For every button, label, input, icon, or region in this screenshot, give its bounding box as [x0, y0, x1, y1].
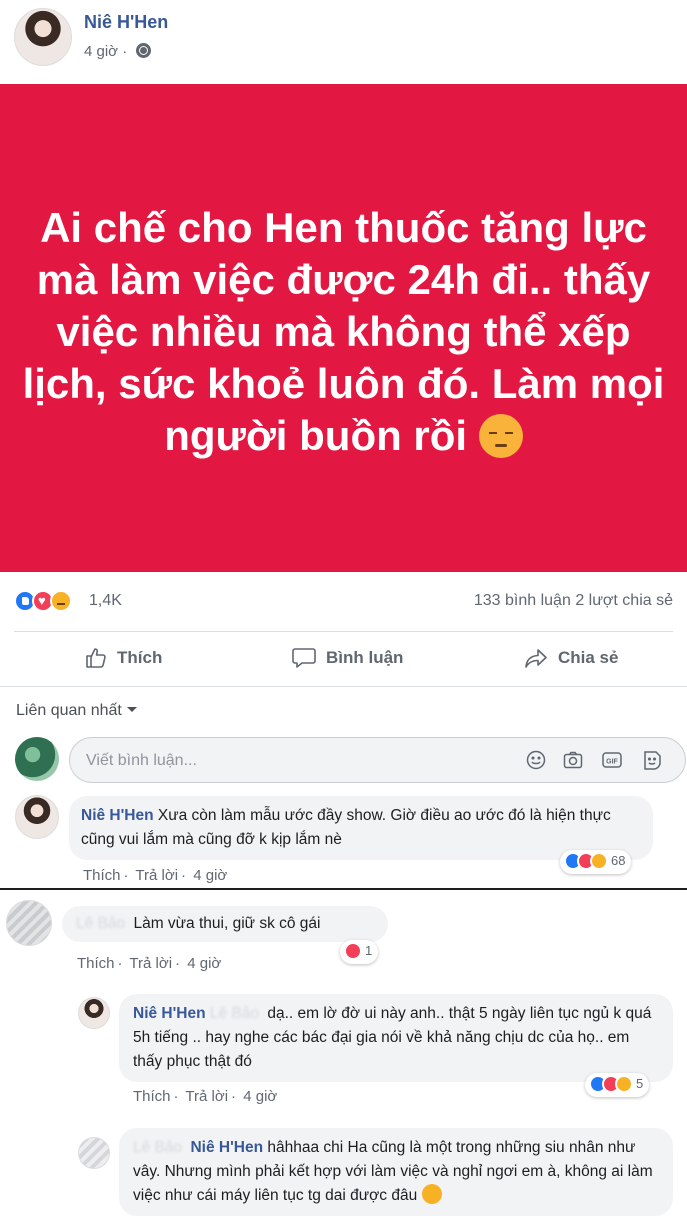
post-text-content: Ai chế cho Hen thuốc tăng lực mà làm việ… [22, 204, 665, 459]
reactions-bar: 1,4K 133 bình luận 2 lượt chia sẻ [0, 586, 687, 620]
comment-text: Xưa còn làm mẫu ước đầy show. Giờ điều a… [81, 807, 611, 848]
caret-down-icon [126, 707, 137, 712]
like-button-label: Thích [117, 648, 163, 667]
svg-text:GIF: GIF [606, 759, 618, 766]
comment-text: Làm vừa thui, giữ sk cô gái [133, 915, 321, 932]
reaction-count[interactable]: 1,4K [89, 592, 122, 610]
viewer-avatar[interactable] [15, 737, 59, 781]
post-stats: 133 bình luận 2 lượt chia sẻ [474, 592, 673, 610]
like-button[interactable]: Thích [84, 645, 162, 671]
screenshot-seam [0, 888, 687, 890]
sad-reaction-icon [50, 590, 72, 612]
reaction-count: 68 [611, 853, 626, 868]
gif-icon[interactable]: GIF [601, 749, 623, 771]
comment-like-link[interactable]: Thích [83, 867, 121, 884]
divider [0, 686, 687, 687]
comment-avatar[interactable] [15, 795, 59, 839]
reply-author-blurred[interactable]: Lê Bảo [133, 1136, 182, 1160]
globe-icon[interactable] [136, 43, 152, 58]
comment-reactions[interactable]: 1 [340, 940, 379, 964]
comment-reactions[interactable]: 68 [560, 850, 632, 874]
love-reaction-icon [344, 942, 362, 960]
reply-avatar[interactable] [78, 997, 110, 1029]
camera-icon[interactable] [562, 749, 584, 771]
divider [14, 631, 673, 632]
sad-reaction-icon [590, 852, 608, 870]
comment-like-link[interactable]: Thích [77, 955, 115, 972]
author-name[interactable]: Niê H'Hen [84, 12, 168, 33]
reply-reactions[interactable]: 5 [585, 1073, 650, 1097]
reply-meta: Thích · Trả lời · 4 giờ [133, 1088, 278, 1105]
comment-author[interactable]: Niê H'Hen [81, 807, 154, 824]
post-time[interactable]: 4 giờ [84, 43, 118, 60]
smile-emoji-icon [421, 1184, 442, 1204]
reply-author[interactable]: Niê H'Hen [133, 1005, 206, 1022]
comment-bubble: Lê Bảo Làm vừa thui, giữ sk cô gái [62, 906, 388, 942]
post-header: Niê H'Hen 4 giờ · [0, 0, 687, 84]
comment-button-label: Bình luận [326, 648, 404, 667]
share-arrow-icon [525, 649, 547, 668]
comment-meta: Thích · Trả lời · 4 giờ [77, 955, 222, 972]
comment-input[interactable] [86, 750, 506, 772]
comment-sort-dropdown[interactable]: Liên quan nhất [16, 702, 137, 720]
thumbs-up-icon [86, 648, 106, 668]
comment-time[interactable]: 4 giờ [193, 867, 227, 884]
reaction-count: 5 [636, 1076, 644, 1091]
sort-label: Liên quan nhất [16, 702, 122, 719]
post-meta: 4 giờ · [84, 43, 152, 60]
reaction-count: 1 [365, 943, 373, 958]
reply-reply-link[interactable]: Trả lời [185, 1088, 228, 1105]
post-actions: Thích Bình luận Chia sẻ [0, 633, 687, 683]
pensive-face-emoji-icon [478, 414, 523, 458]
share-button-label: Chia sẻ [558, 648, 619, 667]
reply-like-link[interactable]: Thích [133, 1088, 171, 1105]
author-avatar[interactable] [14, 8, 72, 66]
reply-bubble: Lê Bảo Niê H'Hen hâhhaa chi Ha cũng là m… [119, 1128, 673, 1216]
comment-bubble-icon [292, 648, 316, 668]
reply-time[interactable]: 4 giờ [243, 1088, 277, 1105]
comment-meta: Thích · Trả lời · 4 giờ [83, 867, 228, 884]
post-text: Ai chế cho Hen thuốc tăng lực mà làm việ… [20, 202, 667, 462]
share-count[interactable]: 2 lượt chia sẻ [575, 592, 673, 609]
comment-bubble: Niê H'Hen Xưa còn làm mẫu ước đầy show. … [69, 796, 653, 860]
comment-avatar[interactable] [6, 900, 52, 946]
comment-author-blurred[interactable]: Lê Bảo [76, 912, 125, 936]
reply-mention[interactable]: Niê H'Hen [190, 1139, 263, 1156]
comment-count[interactable]: 133 bình luận [474, 592, 571, 609]
reaction-icons[interactable] [14, 590, 84, 614]
share-button[interactable]: Chia sẻ [523, 645, 618, 671]
reply-avatar[interactable] [78, 1137, 110, 1169]
comment-composer: GIF [69, 737, 686, 783]
comment-button[interactable]: Bình luận [291, 645, 403, 671]
sticker-icon[interactable] [641, 749, 663, 771]
emoji-icon[interactable] [525, 749, 547, 771]
reply-bubble: Niê H'Hen Lê Bảo dạ.. em lờ đờ ui này an… [119, 994, 673, 1082]
post-banner: Ai chế cho Hen thuốc tăng lực mà làm việ… [0, 84, 687, 572]
comment-reply-link[interactable]: Trả lời [129, 955, 172, 972]
comment-reply-link[interactable]: Trả lời [135, 867, 178, 884]
reply-mention-blurred[interactable]: Lê Bảo [210, 1002, 259, 1026]
sad-reaction-icon [615, 1075, 633, 1093]
comment-time[interactable]: 4 giờ [187, 955, 221, 972]
